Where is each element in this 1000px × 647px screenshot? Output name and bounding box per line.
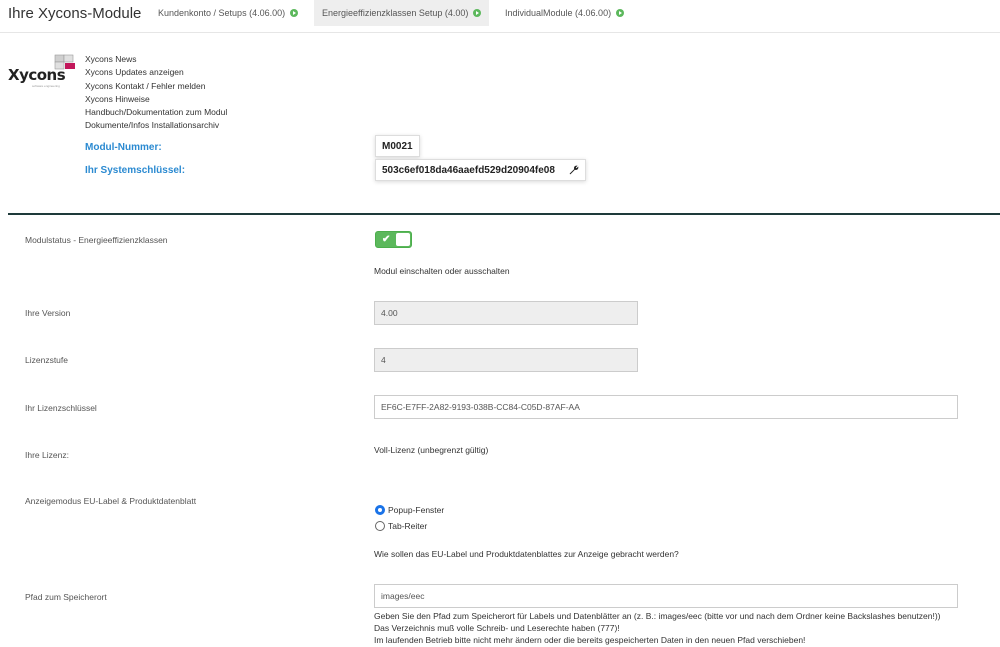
path-help-line: Geben Sie den Pfad zum Speicherort für L… [374, 611, 941, 621]
module-status-label: Modulstatus - Energieeffizienzklassen [25, 235, 168, 245]
path-value: images/eec [381, 591, 425, 601]
license-label: Ihre Lizenz: [25, 450, 69, 460]
license-key-input[interactable]: EF6C-E7FF-2A82-9193-038B-CC84-C05D-87AF-… [374, 395, 958, 419]
tab-label: Kundenkonto / Setups (4.06.00) [158, 8, 286, 18]
radio-button-unchecked[interactable] [375, 521, 385, 531]
link-updates[interactable]: Xycons Updates anzeigen [85, 66, 227, 79]
play-circle-icon [290, 9, 299, 17]
page-title: Ihre Xycons-Module [8, 5, 142, 22]
path-help-line: Das Verzeichnis muß volle Schreib- und L… [374, 623, 620, 633]
version-field: 4.00 [374, 301, 638, 325]
link-hints[interactable]: Xycons Hinweise [85, 93, 227, 106]
logo-tagline: software engineering [32, 84, 60, 88]
tab-label: IndividualModule (4.06.00) [505, 8, 612, 18]
link-contact[interactable]: Xycons Kontakt / Fehler melden [85, 80, 227, 93]
xycons-logo: Xycons software engineering [8, 52, 78, 92]
section-divider [8, 213, 1000, 215]
system-key-text: 503c6ef018da46aaefd529d20904fe08 [382, 164, 555, 176]
display-mode-label: Anzeigemodus EU-Label & Produktdatenblat… [25, 496, 197, 506]
wrench-icon[interactable] [569, 165, 579, 175]
license-level-field: 4 [374, 348, 638, 372]
radio-tab[interactable]: Tab-Reiter [375, 521, 427, 531]
version-value: 4.00 [381, 308, 398, 318]
check-icon: ✔ [382, 234, 391, 245]
module-number-text: M0021 [382, 140, 413, 152]
module-status-toggle[interactable]: ✔ [375, 231, 412, 248]
radio-popup-label: Popup-Fenster [388, 505, 445, 515]
link-news[interactable]: Xycons News [85, 53, 227, 66]
module-status-help: Modul einschalten oder ausschalten [374, 266, 510, 276]
system-key-label: Ihr Systemschlüssel: [85, 165, 186, 176]
path-help-line: Im laufenden Betrieb bitte nicht mehr än… [374, 635, 806, 645]
logo-wordmark: Xycons [8, 66, 66, 84]
path-label: Pfad zum Speicherort [25, 592, 107, 602]
license-level-label: Lizenzstufe [25, 355, 68, 365]
license-level-value: 4 [381, 355, 386, 365]
module-number-value: M0021 [375, 135, 420, 157]
link-archive[interactable]: Dokumente/Infos Installationsarchiv [85, 119, 227, 132]
version-label: Ihre Version [25, 308, 71, 318]
toggle-knob [396, 233, 410, 246]
module-links: Xycons News Xycons Updates anzeigen Xyco… [85, 53, 227, 133]
link-manual[interactable]: Handbuch/Dokumentation zum Modul [85, 106, 227, 119]
top-navigation: Ihre Xycons-Module Kundenkonto / Setups … [0, 0, 1000, 33]
play-circle-icon [616, 9, 625, 17]
play-circle-icon [473, 9, 482, 17]
path-input[interactable]: images/eec [374, 584, 958, 608]
tab-label: Energieeffizienzklassen Setup (4.00) [322, 8, 469, 18]
display-mode-help: Wie sollen das EU-Label und Produktdaten… [374, 549, 679, 559]
tab-kundenkonto[interactable]: Kundenkonto / Setups (4.06.00) [150, 0, 306, 26]
license-key-value: EF6C-E7FF-2A82-9193-038B-CC84-C05D-87AF-… [381, 402, 580, 412]
radio-button-checked[interactable] [375, 505, 385, 515]
path-help: Geben Sie den Pfad zum Speicherort für L… [374, 610, 941, 646]
module-number-label: Modul-Nummer: [85, 142, 162, 153]
radio-tab-label: Tab-Reiter [388, 521, 428, 531]
license-key-label: Ihr Lizenzschlüssel [25, 403, 97, 413]
license-value: Voll-Lizenz (unbegrenzt gültig) [374, 445, 489, 455]
system-key-value: 503c6ef018da46aaefd529d20904fe08 [375, 159, 586, 181]
tab-energieeffizienzklassen[interactable]: Energieeffizienzklassen Setup (4.00) [314, 0, 490, 26]
radio-popup[interactable]: Popup-Fenster [375, 505, 444, 515]
tab-individualmodule[interactable]: IndividualModule (4.06.00) [497, 0, 632, 26]
